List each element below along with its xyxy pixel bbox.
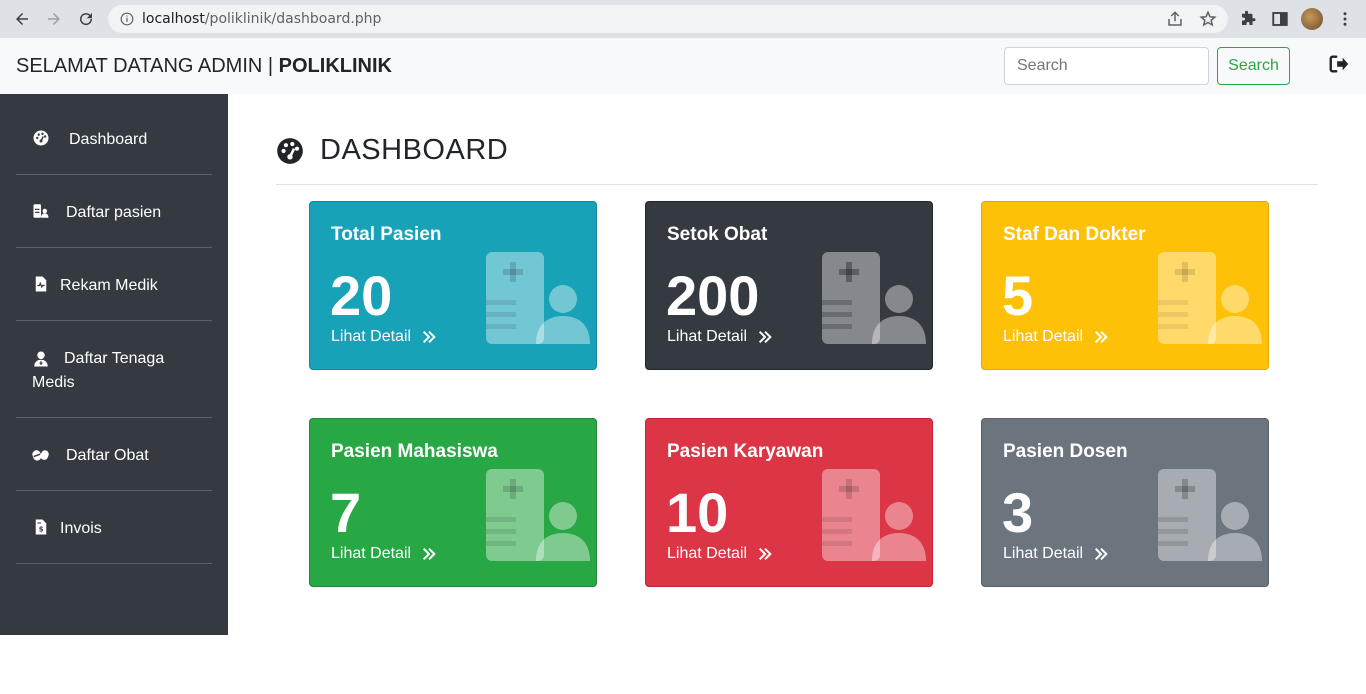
navbar-brand[interactable]: SELAMAT DATANG ADMIN | POLIKLINIK — [16, 55, 392, 78]
address-bar[interactable]: localhost/poliklinik/dashboard.php — [108, 5, 1228, 33]
sidebar-item-invois[interactable]: $ Invois — [16, 491, 212, 564]
card-title: Pasien Dosen — [1003, 441, 1128, 462]
sidebar-label-daftar-obat: Daftar Obat — [66, 447, 149, 464]
card-value: 3 — [1002, 481, 1034, 544]
card-value: 200 — [666, 264, 760, 327]
sidebar: Dashboard Daftar pasien Rekam Medik Daft… — [0, 94, 228, 635]
reload-icon[interactable] — [70, 3, 102, 35]
invoice-icon: $ — [35, 519, 47, 535]
sidebar-label-rekam-medik: Rekam Medik — [60, 277, 158, 294]
patient-record-icon — [486, 252, 590, 344]
share-icon[interactable] — [1166, 10, 1184, 28]
double-chevron-right-icon — [759, 330, 772, 344]
search-input[interactable] — [1004, 47, 1209, 85]
sidebar-item-rekam-medik[interactable]: Rekam Medik — [16, 248, 212, 321]
double-chevron-right-icon — [1095, 330, 1108, 344]
browser-toolbar: localhost/poliklinik/dashboard.php — [0, 0, 1366, 38]
card-value: 10 — [666, 481, 729, 544]
menu-dots-icon[interactable] — [1336, 10, 1354, 28]
capsules-icon — [32, 450, 49, 461]
top-navbar: SELAMAT DATANG ADMIN | POLIKLINIK Search — [0, 38, 1366, 94]
logout-icon[interactable] — [1328, 53, 1350, 75]
card-value: 5 — [1002, 264, 1034, 327]
patient-record-icon — [822, 469, 926, 561]
sidebar-item-dashboard[interactable]: Dashboard — [16, 94, 212, 175]
title-divider — [276, 184, 1318, 185]
search-button[interactable]: Search — [1217, 47, 1290, 85]
url-text: localhost/poliklinik/dashboard.php — [142, 11, 382, 27]
card-title: Setok Obat — [667, 224, 768, 245]
card-title: Total Pasien — [331, 224, 442, 245]
sidebar-label-dashboard: Dashboard — [69, 131, 148, 148]
sidebar-item-daftar-pasien[interactable]: Daftar pasien — [16, 175, 212, 248]
card-title: Pasien Karyawan — [667, 441, 824, 462]
card-pasien-mahasiswa: Pasien Mahasiswa 7 Lihat Detail — [309, 418, 597, 587]
double-chevron-right-icon — [423, 330, 436, 344]
double-chevron-right-icon — [423, 547, 436, 561]
sidebar-label-invois: Invois — [60, 520, 102, 537]
svg-text:$: $ — [39, 526, 44, 534]
extensions-icon[interactable] — [1239, 10, 1257, 28]
card-detail-link[interactable]: Lihat Detail — [331, 545, 437, 563]
profile-avatar[interactable] — [1301, 8, 1323, 30]
user-list-icon — [33, 204, 49, 218]
tachometer-icon — [277, 137, 303, 164]
double-chevron-right-icon — [759, 547, 772, 561]
info-icon[interactable] — [120, 12, 134, 26]
sidebar-label-daftar-pasien: Daftar pasien — [66, 204, 162, 221]
patient-record-icon — [822, 252, 926, 344]
page-title: DASHBOARD — [276, 134, 508, 167]
tachometer-icon — [33, 130, 49, 146]
sidebar-item-daftar-tenaga-medis[interactable]: Daftar Tenaga Medis — [16, 321, 212, 418]
card-pasien-dosen: Pasien Dosen 3 Lihat Detail — [981, 418, 1269, 587]
forward-icon[interactable] — [38, 3, 70, 35]
page-title-text: DASHBOARD — [320, 134, 509, 166]
card-detail-link[interactable]: Lihat Detail — [667, 545, 773, 563]
card-title: Pasien Mahasiswa — [331, 441, 498, 462]
card-setok-obat: Setok Obat 200 Lihat Detail — [645, 201, 933, 370]
card-value: 20 — [330, 264, 393, 327]
patient-record-icon — [1158, 252, 1262, 344]
card-detail-link[interactable]: Lihat Detail — [1003, 545, 1109, 563]
back-icon[interactable] — [6, 3, 38, 35]
card-value: 7 — [330, 481, 362, 544]
card-pasien-karyawan: Pasien Karyawan 10 Lihat Detail — [645, 418, 933, 587]
card-detail-link[interactable]: Lihat Detail — [331, 328, 437, 346]
side-panel-icon[interactable] — [1271, 10, 1289, 28]
sidebar-label-daftar-tenaga-medis: Daftar Tenaga Medis — [32, 350, 165, 391]
patient-record-icon — [486, 469, 590, 561]
card-staf-dan-dokter: Staf Dan Dokter 5 Lihat Detail — [981, 201, 1269, 370]
card-detail-link[interactable]: Lihat Detail — [667, 328, 773, 346]
bookmark-star-icon[interactable] — [1199, 10, 1217, 28]
card-title: Staf Dan Dokter — [1003, 224, 1146, 245]
patient-record-icon — [1158, 469, 1262, 561]
user-md-icon — [34, 351, 48, 367]
card-detail-link[interactable]: Lihat Detail — [1003, 328, 1109, 346]
double-chevron-right-icon — [1095, 547, 1108, 561]
file-medical-icon — [35, 276, 47, 292]
card-total-pasien: Total Pasien 20 Lihat Detail — [309, 201, 597, 370]
sidebar-item-daftar-obat[interactable]: Daftar Obat — [16, 418, 212, 491]
